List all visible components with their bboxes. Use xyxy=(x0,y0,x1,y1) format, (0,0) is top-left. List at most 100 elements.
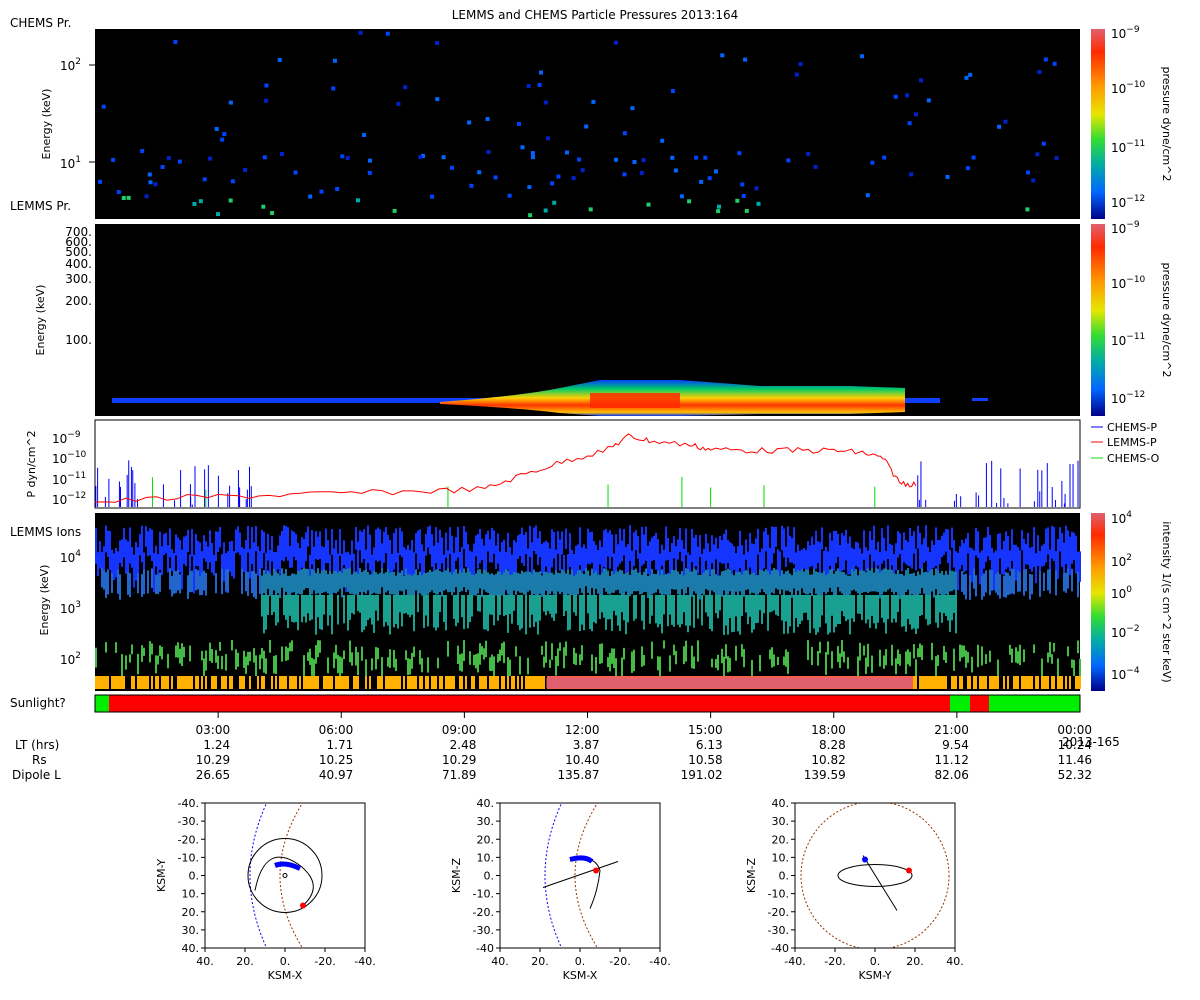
ions-col-mid xyxy=(839,571,841,592)
ions-col-low xyxy=(893,595,895,619)
ions-col-mid xyxy=(605,568,607,592)
chems-pixel xyxy=(614,157,618,162)
ions-col-bottom xyxy=(1033,676,1035,689)
ions-col-bottom xyxy=(115,676,117,689)
ions-col-mid xyxy=(1039,571,1041,597)
ions-col-low xyxy=(411,595,413,615)
chems-pixel xyxy=(228,100,233,105)
ions-col-mid xyxy=(831,568,833,592)
ions-col-high xyxy=(871,539,873,573)
ions-col-bottom xyxy=(247,676,249,689)
ions-col-high xyxy=(177,537,179,573)
ions-col-bottom xyxy=(167,676,169,689)
orbit-ytick: -40 xyxy=(476,942,494,955)
ions-col-low xyxy=(413,595,415,632)
ions-col-high xyxy=(1005,531,1007,570)
lemms-ytick-400: 400. xyxy=(65,257,92,271)
ions-col-high xyxy=(335,539,337,574)
ions-col-mid xyxy=(319,573,321,599)
cb2-tick-11: 10−11 xyxy=(1111,332,1145,348)
ions-col-mid xyxy=(853,571,855,590)
ions-col-bottom xyxy=(979,676,981,689)
cb1-tick-12: 10−12 xyxy=(1111,194,1145,210)
ions-col-bottom xyxy=(391,676,393,689)
ions-col-green xyxy=(659,656,661,678)
ions-col-mid xyxy=(315,572,317,595)
ions-col-high xyxy=(301,537,303,568)
chems-pixel xyxy=(646,202,651,207)
ions-yticks: 104 103 102 xyxy=(60,549,81,667)
ions-col-mid xyxy=(515,572,517,595)
ions-col-bottom xyxy=(293,676,295,689)
ions-col-mid xyxy=(305,568,307,589)
ions-col-mid xyxy=(941,570,943,596)
orbit-ytick: 0. xyxy=(484,870,495,883)
ions-col-low xyxy=(641,595,643,621)
chems-pixel xyxy=(641,158,646,163)
ions-col-low xyxy=(809,595,811,633)
ions-col-high xyxy=(373,547,375,574)
sunlight-seg-green-1 xyxy=(95,695,109,712)
ions-col-low xyxy=(445,595,447,631)
ions-col-bottom xyxy=(455,676,457,689)
orbit-xtick: 40. xyxy=(196,955,214,968)
ions-col-low xyxy=(289,595,291,616)
ions-col-high xyxy=(1061,532,1063,567)
orbit-ytick: 40. xyxy=(182,942,200,955)
ions-col-low xyxy=(849,595,851,635)
ions-col-low xyxy=(311,595,313,620)
ions-col-bottom xyxy=(435,676,437,689)
orbit-xtick: 40. xyxy=(946,955,964,968)
ions-col-green xyxy=(473,654,475,666)
time-label: 03:00 xyxy=(196,723,231,737)
ions-col-mid xyxy=(323,569,325,593)
ions-col-bottom xyxy=(283,676,285,689)
ions-col-mid xyxy=(547,572,549,597)
ions-col-mid xyxy=(785,571,787,591)
ions-col-mid xyxy=(405,568,407,590)
ions-col-mid xyxy=(427,572,429,595)
ions-col-mid xyxy=(189,570,191,593)
ions-col-green xyxy=(377,647,379,660)
chems-pixel xyxy=(968,72,973,77)
ions-col-low xyxy=(727,595,729,635)
orbit-xtick: 0. xyxy=(575,955,586,968)
ions-col-green xyxy=(921,645,923,660)
ions-col-bottom xyxy=(1043,676,1045,689)
ions-col-green xyxy=(885,649,887,666)
ions-col-bottom xyxy=(313,676,315,689)
ions-col-high xyxy=(641,526,643,566)
ions-col-mid xyxy=(737,572,739,597)
ions-col-green xyxy=(879,649,881,667)
ions-col-low xyxy=(327,595,329,626)
ions-col-mid xyxy=(721,571,723,597)
chems-pixel xyxy=(467,120,472,125)
ions-col-mid xyxy=(769,574,771,598)
chems-pixel xyxy=(893,94,898,99)
ions-col-high xyxy=(517,535,519,559)
ions-col-mid xyxy=(141,574,143,597)
ions-col-low xyxy=(601,595,603,613)
ions-col-bottom xyxy=(265,676,267,689)
ions-col-mid xyxy=(679,574,681,597)
ions-col-mid xyxy=(525,571,527,596)
ions-col-green xyxy=(339,656,341,680)
chems-pixel xyxy=(403,85,408,90)
ions-col-mid xyxy=(635,568,637,592)
ions-col-bottom xyxy=(1035,676,1037,689)
ions-col-mid xyxy=(697,574,699,599)
lemms-ytick-200: 200. xyxy=(65,294,92,308)
chems-pixel xyxy=(670,89,675,93)
ions-col-low xyxy=(389,595,391,635)
ions-col-bottom xyxy=(1021,676,1023,689)
ions-col-low xyxy=(867,595,869,620)
ions-col-mid xyxy=(965,573,967,600)
ions-col-green xyxy=(615,658,617,678)
ions-col-low xyxy=(499,595,501,616)
ions-col-bottom xyxy=(957,676,959,689)
ions-col-mid xyxy=(269,573,271,597)
ions-col-bottom xyxy=(1067,676,1069,689)
chems-pixel xyxy=(717,204,721,209)
ions-col-high xyxy=(665,526,667,561)
ions-col-low xyxy=(545,595,547,616)
